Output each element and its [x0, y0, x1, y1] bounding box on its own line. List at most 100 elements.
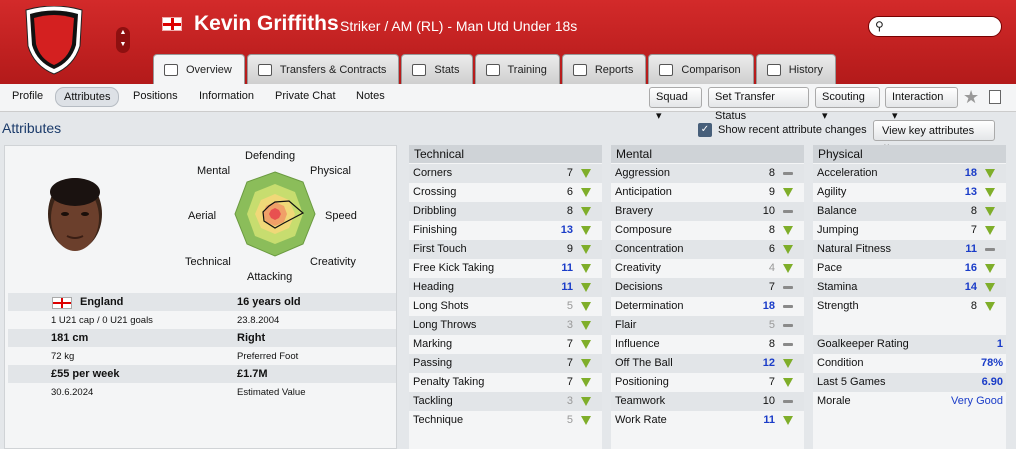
- set-transfer-status-button[interactable]: Set Transfer Status: [708, 87, 809, 122]
- tab-label: Training: [507, 63, 547, 76]
- attribute-row[interactable]: Jumping 7: [813, 221, 1006, 240]
- attribute-row[interactable]: Stamina 14: [813, 278, 1006, 297]
- summary-name: Condition: [817, 357, 864, 369]
- subnav-information[interactable]: Information: [199, 90, 254, 102]
- attribute-value: 5: [768, 319, 775, 331]
- search-input[interactable]: ⚲: [868, 16, 1002, 37]
- attribute-row[interactable]: Influence 8: [611, 335, 804, 354]
- trend-up-icon: [985, 226, 995, 235]
- attribute-value: 14: [964, 281, 977, 293]
- column-header[interactable]: Physical: [813, 145, 1006, 163]
- player-navigation-stepper[interactable]: ▲ ▼: [116, 27, 130, 53]
- tab-overview[interactable]: Overview: [153, 54, 245, 84]
- attribute-name: Free Kick Taking: [413, 262, 495, 274]
- trend-flat-icon: [783, 400, 793, 403]
- tab-transfers-contracts[interactable]: Transfers & Contracts: [246, 54, 400, 84]
- attribute-row[interactable]: Off The Ball 12: [611, 354, 804, 373]
- attribute-row[interactable]: Strength 8: [813, 297, 1006, 316]
- attribute-name: Pace: [817, 262, 843, 274]
- attribute-row[interactable]: Flair 5: [611, 316, 804, 335]
- trend-up-icon: [581, 207, 591, 216]
- trend-up-icon: [581, 378, 591, 387]
- attribute-value: 11: [965, 243, 977, 255]
- attribute-row[interactable]: Bravery 10: [611, 202, 804, 221]
- subnav-private-chat[interactable]: Private Chat: [275, 90, 336, 102]
- attribute-row[interactable]: Natural Fitness 11: [813, 240, 1006, 259]
- attribute-row[interactable]: Positioning 7: [611, 373, 804, 392]
- nation[interactable]: England: [80, 296, 123, 308]
- summary-value: 1: [996, 338, 1003, 350]
- trend-up-icon: [985, 302, 995, 311]
- scouting-dropdown[interactable]: Scouting ▾: [815, 87, 880, 122]
- attribute-row[interactable]: Decisions 7: [611, 278, 804, 297]
- trend-up-icon: [581, 169, 591, 178]
- club-crest-icon: [25, 6, 83, 75]
- attribute-row[interactable]: First Touch 9: [409, 240, 602, 259]
- attribute-row[interactable]: Concentration 6: [611, 240, 804, 259]
- estimated-value-label: Estimated Value: [237, 387, 306, 398]
- squad-dropdown[interactable]: Squad ▾: [649, 87, 702, 122]
- attribute-row[interactable]: Crossing 6: [409, 183, 602, 202]
- attribute-name: Influence: [615, 338, 660, 350]
- attribute-row[interactable]: Determination 18: [611, 297, 804, 316]
- show-recent-checkbox[interactable]: ✓: [698, 123, 712, 137]
- tab-stats[interactable]: Stats: [401, 54, 473, 84]
- attribute-row[interactable]: Long Shots 5: [409, 297, 602, 316]
- attribute-row[interactable]: Dribbling 8: [409, 202, 602, 221]
- attribute-name: Long Shots: [413, 300, 469, 312]
- tab-label: History: [788, 63, 823, 76]
- attribute-row[interactable]: Agility 13: [813, 183, 1006, 202]
- attribute-row[interactable]: Anticipation 9: [611, 183, 804, 202]
- attribute-value: 3: [566, 395, 573, 407]
- attribute-name: Balance: [817, 205, 857, 217]
- attribute-row[interactable]: Penalty Taking 7: [409, 373, 602, 392]
- preferred-foot: Right: [237, 332, 266, 344]
- attribute-value: 7: [768, 376, 775, 388]
- attribute-row[interactable]: Free Kick Taking 11: [409, 259, 602, 278]
- attribute-row[interactable]: Tackling 3: [409, 392, 602, 411]
- attribute-row[interactable]: Acceleration 18: [813, 164, 1006, 183]
- column-header[interactable]: Mental: [611, 145, 804, 163]
- attribute-row[interactable]: Heading 11: [409, 278, 602, 297]
- sub-navigation: Profile Attributes Positions Information…: [0, 84, 1016, 122]
- tab-comparison[interactable]: Comparison: [648, 54, 754, 84]
- trend-up-icon: [581, 302, 591, 311]
- radar-label-attacking: Attacking: [247, 271, 293, 283]
- attribute-row[interactable]: Creativity 4: [611, 259, 804, 278]
- attribute-row[interactable]: Balance 8: [813, 202, 1006, 221]
- attribute-row[interactable]: Aggression 8: [611, 164, 804, 183]
- attribute-row[interactable]: Pace 16: [813, 259, 1006, 278]
- attribute-row[interactable]: Passing 7: [409, 354, 602, 373]
- attribute-value: 8: [970, 300, 977, 312]
- attribute-name: Jumping: [817, 224, 859, 236]
- view-key-attributes-dropdown[interactable]: View key attributes ⌄: [873, 120, 995, 150]
- subnav-profile[interactable]: Profile: [12, 90, 43, 102]
- trend-up-icon: [581, 359, 591, 368]
- subnav-notes[interactable]: Notes: [356, 90, 385, 102]
- subnav-positions[interactable]: Positions: [133, 90, 178, 102]
- attribute-row[interactable]: Teamwork 10: [611, 392, 804, 411]
- physical-attributes-table: Physical Acceleration 18 Agility 13 Balance 8 J…: [813, 145, 1006, 449]
- interaction-dropdown[interactable]: Interaction ▾: [885, 87, 958, 122]
- attribute-name: Aggression: [615, 167, 671, 179]
- tab-history[interactable]: History: [755, 54, 836, 84]
- attribute-row[interactable]: Technique 5: [409, 411, 602, 430]
- attribute-row[interactable]: Long Throws 3: [409, 316, 602, 335]
- attribute-name: Creativity: [615, 262, 661, 274]
- attribute-row[interactable]: Work Rate 11: [611, 411, 804, 430]
- attribute-name: Crossing: [413, 186, 457, 198]
- attribute-row[interactable]: Corners 7: [409, 164, 602, 183]
- attribute-row[interactable]: Finishing 13: [409, 221, 602, 240]
- tab-reports[interactable]: Reports: [561, 54, 647, 84]
- add-note-icon[interactable]: [989, 90, 1001, 104]
- radar-label-physical: Physical: [310, 165, 351, 177]
- tab-training[interactable]: Training: [474, 54, 560, 84]
- attribute-row[interactable]: Composure 8: [611, 221, 804, 240]
- summary-value: 6.90: [981, 376, 1003, 388]
- header-bar: ▲ ▼ Kevin Griffiths Striker / AM (RL) - M…: [0, 0, 1016, 84]
- subnav-attributes[interactable]: Attributes: [55, 87, 120, 107]
- shortlist-star-icon[interactable]: ★: [963, 87, 979, 108]
- column-header[interactable]: Technical: [409, 145, 602, 163]
- tab-label: Transfers & Contracts: [279, 63, 387, 76]
- attribute-row[interactable]: Marking 7: [409, 335, 602, 354]
